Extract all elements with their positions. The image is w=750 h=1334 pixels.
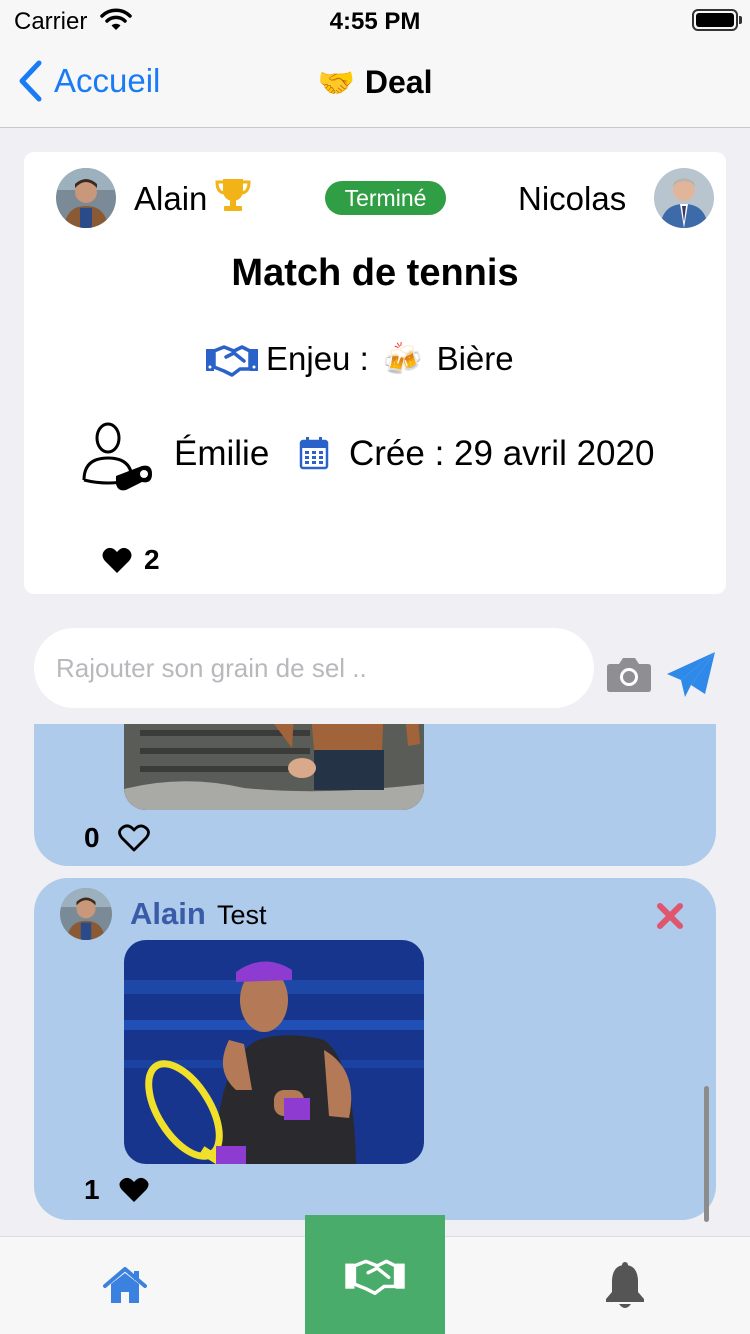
heart-icon (102, 547, 132, 573)
created-date: Crée : 29 avril 2020 (349, 434, 655, 473)
beer-emoji: 🍻 (382, 341, 423, 377)
tab-home[interactable] (70, 1237, 180, 1334)
post-likes-count: 0 (84, 822, 100, 853)
stake-row: Enjeu : 🍻 Bière (204, 340, 514, 378)
deal-likes[interactable]: 2 (102, 544, 160, 576)
paper-plane-icon[interactable] (665, 650, 717, 700)
handshake-icon (206, 345, 258, 377)
post-author-avatar[interactable] (60, 888, 112, 940)
clock: 4:55 PM (329, 8, 421, 35)
player2-name: Nicolas (518, 180, 627, 217)
tab-deal[interactable] (305, 1215, 445, 1334)
bell-icon (606, 1262, 644, 1308)
handshake-emoji: 🤝 (317, 67, 355, 100)
player2-avatar[interactable] (654, 168, 714, 228)
tab-notifications[interactable] (570, 1237, 680, 1334)
post-likes: 0 (84, 822, 150, 854)
deal-title: Match de tennis (231, 252, 519, 294)
comment-feed[interactable]: 0 Alain Test 1 (0, 724, 750, 1234)
heart-icon[interactable] (118, 1176, 150, 1204)
post-photo[interactable] (124, 724, 424, 810)
navigation-bar: Accueil 🤝 Deal (0, 40, 750, 128)
tab-bar (0, 1215, 750, 1334)
trophy-icon (215, 179, 251, 211)
scrollbar[interactable] (704, 1086, 709, 1222)
comment-post: 0 (34, 724, 716, 866)
heart-outline-icon[interactable] (117, 824, 150, 852)
stake-label: Enjeu : (266, 340, 369, 377)
post-text: Test (217, 900, 267, 930)
page-title-text: Deal (364, 64, 433, 100)
stake-value: Bière (436, 340, 514, 377)
player1-name: Alain (134, 180, 208, 217)
status-badge: Terminé (325, 181, 446, 215)
home-icon (103, 1267, 147, 1303)
handshake-icon (345, 1259, 405, 1295)
deal-card: Alain Terminé Nicolas Match de tennis En… (24, 152, 726, 594)
deal-likes-count: 2 (144, 544, 160, 575)
status-bar: Carrier 4:55 PM (0, 0, 750, 40)
comment-post: Alain Test 1 (34, 878, 716, 1220)
battery-icon (692, 9, 742, 31)
close-icon[interactable] (656, 902, 684, 930)
post-author-name[interactable]: Alain (130, 896, 206, 932)
page-title: 🤝 Deal (0, 64, 750, 101)
referee-icon (82, 422, 152, 491)
camera-icon[interactable] (606, 654, 652, 694)
comment-input[interactable] (34, 628, 594, 708)
post-photo[interactable] (124, 940, 424, 1164)
calendar-icon (299, 437, 329, 470)
referee-name: Émilie (174, 434, 270, 473)
post-likes-count: 1 (84, 1174, 100, 1205)
post-likes: 1 (84, 1174, 150, 1206)
player1-avatar[interactable] (56, 168, 116, 228)
